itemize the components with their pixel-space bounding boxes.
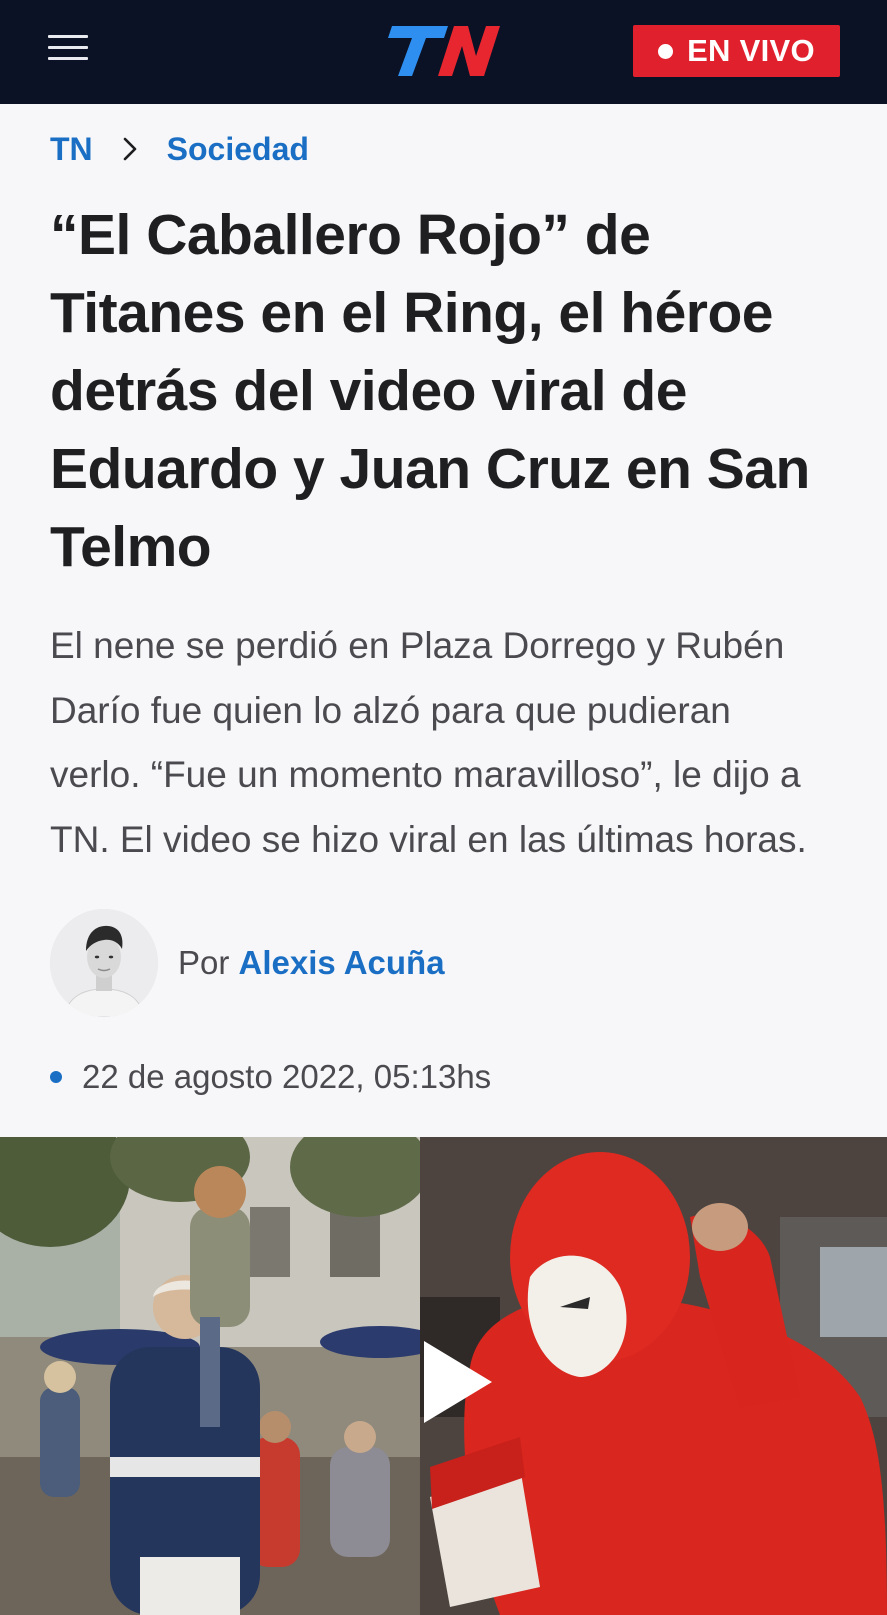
publish-date: 22 de agosto 2022, 05:13hs (82, 1058, 492, 1095)
live-dot-icon (658, 43, 674, 59)
author-avatar[interactable] (50, 909, 158, 1017)
summary-line: TN. El video se hizo viral en las última… (50, 818, 807, 860)
en-vivo-label: EN VIVO (687, 33, 815, 68)
breadcrumb: TN Sociedad (50, 126, 309, 172)
hamburger-menu-icon[interactable] (48, 34, 90, 62)
article-headline: “El Caballero Rojo” de Titanes en el Rin… (50, 196, 850, 586)
article-video-thumbnail[interactable] (0, 1137, 887, 1615)
headline-line: Eduardo y Juan Cruz en San (50, 437, 810, 501)
summary-line: verlo. “Fue un momento maravilloso”, le … (50, 754, 801, 795)
publish-date-row: 22 de agosto 2022, 05:13hs (50, 1056, 491, 1098)
headline-line: Telmo (50, 515, 212, 579)
chevron-right-icon (123, 137, 136, 161)
headline-line: “El Caballero Rojo” de (50, 203, 651, 267)
byline: Por Alexis Acuña (178, 944, 445, 982)
headline-line: detrás del video viral de (50, 359, 687, 423)
bullet-dot-icon (50, 1071, 62, 1083)
summary-line: Darío fue quien lo alzó para que pudiera… (50, 689, 731, 731)
summary-line: El nene se perdió en Plaza Dorrego y Rub… (50, 625, 785, 666)
en-vivo-button[interactable]: EN VIVO (633, 25, 840, 77)
play-icon[interactable] (418, 1337, 498, 1427)
headline-line: Titanes en el Ring, el héroe (50, 281, 774, 345)
article-summary: El nene se perdió en Plaza Dorrego y Rub… (50, 614, 850, 872)
top-navbar: EN VIVO (0, 0, 887, 104)
author-row: Por Alexis Acuña (50, 908, 445, 1018)
tn-logo[interactable] (388, 22, 504, 80)
breadcrumb-section-link[interactable]: Sociedad (167, 131, 309, 168)
byline-prefix: Por (178, 944, 230, 981)
breadcrumb-home-link[interactable]: TN (50, 131, 93, 168)
author-link[interactable]: Alexis Acuña (239, 944, 445, 981)
